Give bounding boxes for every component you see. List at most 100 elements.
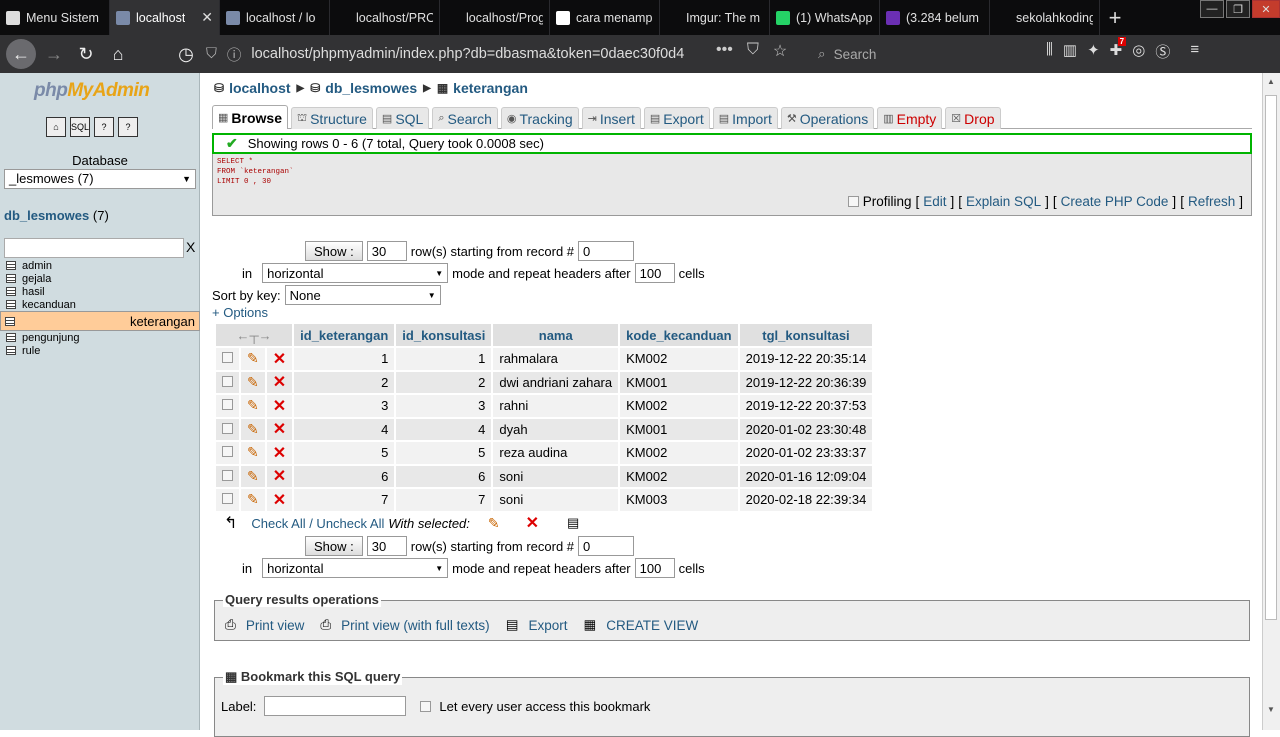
library-icon[interactable]: ⫼ xyxy=(1046,41,1053,62)
back-arrow-icon[interactable]: ← xyxy=(6,39,36,69)
edit-pencil-icon[interactable]: ✎ xyxy=(247,374,259,390)
column-header[interactable]: nama xyxy=(493,324,619,346)
table-icon[interactable] xyxy=(6,287,16,296)
export-selected-icon[interactable]: ▤ xyxy=(567,515,579,531)
row-checkbox-cell[interactable] xyxy=(216,418,239,440)
info-icon[interactable]: ⓘ xyxy=(227,44,242,65)
repeat-headers-input[interactable]: 100 xyxy=(634,263,675,283)
browser-tab[interactable]: Menu Sistem Pakar xyxy=(0,0,110,35)
tab-import[interactable]: ▤ Import xyxy=(712,107,778,129)
close-window-icon[interactable]: ✕ xyxy=(1252,0,1280,18)
scroll-up-icon[interactable]: ▲ xyxy=(1267,77,1275,86)
column-header[interactable]: kode_kecanduan xyxy=(620,324,738,346)
row-edit-cell[interactable]: ✎ xyxy=(241,489,265,511)
tab-structure[interactable]: ⛫ Structure xyxy=(290,107,373,129)
sidebar-table-item[interactable]: gejala xyxy=(0,272,200,285)
browser-tab[interactable]: localhost/PROGR xyxy=(330,0,440,35)
bookmark-star-icon[interactable]: ☆ xyxy=(773,41,787,61)
history-clock-icon[interactable]: ◷ xyxy=(172,40,200,68)
column-header[interactable]: tgl_konsultasi xyxy=(739,324,873,346)
breadcrumb-server[interactable]: localhost xyxy=(229,80,290,96)
notification-extension-icon[interactable]: ✚ 7 xyxy=(1110,37,1127,62)
row-edit-cell[interactable]: ✎ xyxy=(241,371,265,393)
export-link[interactable]: Export xyxy=(528,618,567,633)
row-checkbox[interactable] xyxy=(222,352,233,364)
delete-x-icon[interactable]: ✕ xyxy=(273,445,286,462)
clear-filter-button[interactable]: X xyxy=(186,239,195,255)
delete-selected-icon[interactable]: ✕ xyxy=(526,513,539,533)
phpmyadmin-logo[interactable]: phpMyAdmin xyxy=(34,80,150,102)
row-delete-cell[interactable]: ✕ xyxy=(266,418,293,440)
row-delete-cell[interactable]: ✕ xyxy=(266,465,293,487)
minimize-icon[interactable]: — xyxy=(1200,0,1224,18)
row-edit-cell[interactable]: ✎ xyxy=(241,442,265,464)
edit-pencil-icon[interactable]: ✎ xyxy=(247,491,259,507)
row-delete-cell[interactable]: ✕ xyxy=(266,371,293,393)
tab-sql[interactable]: ▤ SQL xyxy=(375,107,430,129)
more-actions-icon[interactable]: ••• xyxy=(716,41,733,61)
table-icon[interactable] xyxy=(5,316,15,326)
row-delete-cell[interactable]: ✕ xyxy=(266,395,293,417)
create-view-link[interactable]: CREATE VIEW xyxy=(606,618,698,633)
tab-insert[interactable]: ⇥ Insert xyxy=(581,107,641,129)
start-record-input[interactable]: 0 xyxy=(578,241,635,261)
edit-pencil-icon[interactable]: ✎ xyxy=(247,468,259,484)
forward-arrow-icon[interactable]: → xyxy=(40,40,68,68)
row-edit-cell[interactable]: ✎ xyxy=(241,465,265,487)
mode-select[interactable]: horizontal ▼ xyxy=(262,263,449,283)
sidebar-table-item[interactable]: admin xyxy=(0,259,200,272)
tab-operations[interactable]: ⚒ Operations xyxy=(780,107,875,129)
tab-drop[interactable]: ☒ Drop xyxy=(945,107,1001,129)
home-icon[interactable]: ⌂ xyxy=(104,40,132,68)
row-checkbox-cell[interactable] xyxy=(216,371,239,393)
new-tab-icon[interactable]: + xyxy=(1100,0,1130,35)
scroll-down-icon[interactable]: ▼ xyxy=(1267,705,1275,714)
print-view-link[interactable]: Print view xyxy=(246,618,305,633)
row-checkbox[interactable] xyxy=(222,493,233,505)
docs-icon[interactable]: ? xyxy=(94,117,114,137)
row-edit-cell[interactable]: ✎ xyxy=(241,418,265,440)
table-icon[interactable] xyxy=(6,261,16,270)
row-checkbox-cell[interactable] xyxy=(216,395,239,417)
row-checkbox-cell[interactable] xyxy=(216,442,239,464)
breadcrumb-database[interactable]: db_lesmowes xyxy=(325,80,417,96)
tab-tracking[interactable]: ◉ Tracking xyxy=(500,107,579,129)
browser-search-input[interactable]: ⌕ Search xyxy=(812,39,1042,69)
every-user-checkbox[interactable] xyxy=(420,700,432,712)
database-select[interactable]: _lesmowes (7) ▼ xyxy=(4,169,196,189)
options-toggle[interactable]: + Options xyxy=(212,305,268,320)
refresh-link[interactable]: Refresh xyxy=(1188,194,1235,209)
edit-link[interactable]: Edit xyxy=(923,194,946,209)
sidebar-table-item[interactable]: pengunjung xyxy=(0,331,200,344)
row-checkbox[interactable] xyxy=(222,446,233,458)
sidebar-table-item[interactable]: hasil xyxy=(0,285,200,298)
edit-pencil-icon[interactable]: ✎ xyxy=(247,444,259,460)
tab-browse[interactable]: ▦ Browse xyxy=(212,105,288,129)
sql-query-icon[interactable]: SQL xyxy=(70,117,90,137)
repeat-headers-input[interactable]: 100 xyxy=(634,558,675,578)
row-delete-cell[interactable]: ✕ xyxy=(266,442,293,464)
docs-sql-icon[interactable]: ? xyxy=(118,117,138,137)
browser-tab[interactable]: (1) WhatsApp xyxy=(770,0,880,35)
row-edit-cell[interactable]: ✎ xyxy=(241,348,265,370)
table-icon[interactable] xyxy=(6,346,16,355)
hamburger-menu-icon[interactable]: ≡ xyxy=(1190,41,1199,62)
row-checkbox-cell[interactable] xyxy=(216,465,239,487)
tab-search[interactable]: ⌕ Search xyxy=(432,107,498,129)
tab-export[interactable]: ▤ Export xyxy=(643,107,710,129)
reload-icon[interactable]: ↻ xyxy=(72,40,100,68)
delete-x-icon[interactable]: ✕ xyxy=(273,468,286,485)
browser-tab[interactable]: cara menamp xyxy=(550,0,660,35)
row-delete-cell[interactable]: ✕ xyxy=(266,348,293,370)
scrollbar-thumb[interactable] xyxy=(1265,95,1277,620)
column-resize-control[interactable]: ←┬→ xyxy=(216,324,293,346)
row-checkbox[interactable] xyxy=(222,399,233,411)
db-link[interactable]: db_lesmowes (7) xyxy=(4,208,109,223)
extension-icon[interactable]: ✦ xyxy=(1087,41,1100,62)
breadcrumb-table[interactable]: keterangan xyxy=(453,80,528,96)
browser-tab[interactable]: localhost/Progra xyxy=(440,0,550,35)
row-delete-cell[interactable]: ✕ xyxy=(266,489,293,511)
sidebar-table-item[interactable]: rule xyxy=(0,344,200,357)
bookmark-label-input[interactable] xyxy=(264,696,407,716)
browser-tab[interactable]: localhost / lo xyxy=(220,0,330,35)
